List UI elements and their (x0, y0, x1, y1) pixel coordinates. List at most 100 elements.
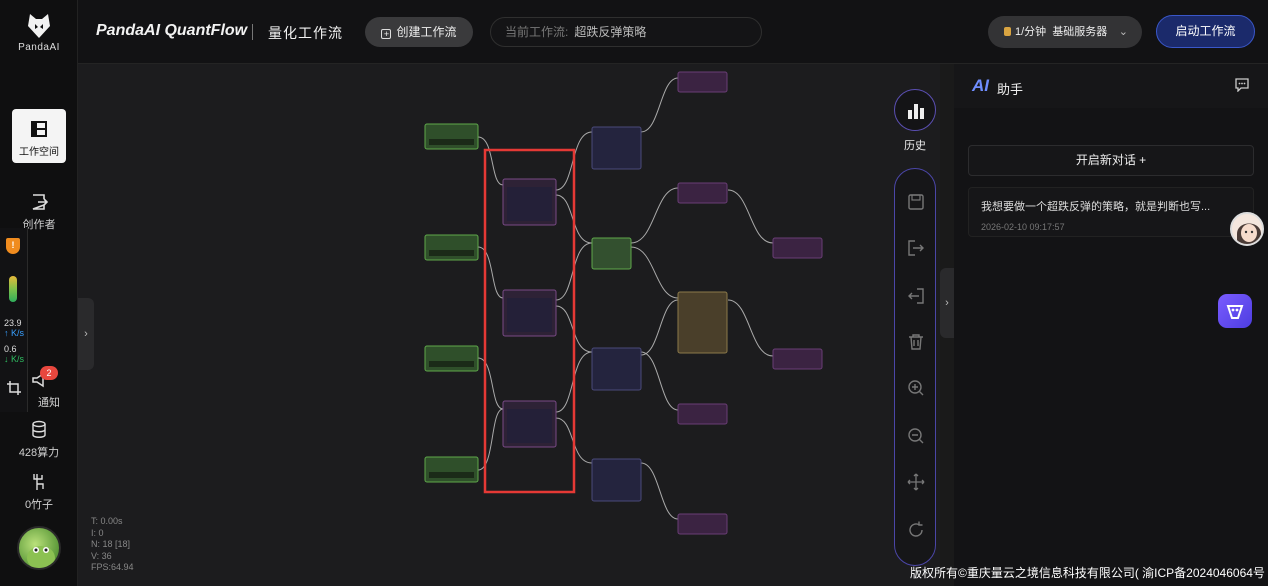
chevron-down-icon: ⌄ (1118, 26, 1128, 38)
brand-title: PandaAI QuantFlow (96, 22, 248, 39)
nav-creator[interactable]: 创作者 (0, 192, 78, 232)
notification-badge: 2 (40, 366, 58, 380)
fit-view-icon[interactable] (905, 471, 927, 493)
brand-divider (252, 24, 253, 40)
bot-icon (1226, 305, 1244, 319)
flow-node[interactable] (424, 123, 479, 150)
download-value: 0.6 (4, 344, 17, 354)
start-workflow-button[interactable]: 启动工作流 (1156, 15, 1255, 48)
current-workflow-field[interactable]: 当前工作流: 超跌反弹策略 (490, 17, 762, 47)
assistant-title: 助手 (997, 82, 1024, 97)
nav-bamboo-label: 0竹子 (24, 499, 54, 511)
bamboo-icon (33, 474, 44, 490)
server-select[interactable]: 1/分钟 基础服务器 ⌄ (988, 16, 1142, 48)
flow-node[interactable] (502, 289, 557, 337)
new-chat-button[interactable]: 开启新对话 + (968, 145, 1254, 176)
flow-node[interactable] (424, 345, 479, 372)
shield-icon: ! (6, 238, 20, 254)
workflow-graph[interactable] (78, 64, 940, 586)
delete-icon[interactable] (905, 331, 927, 353)
assistant-header: AI 助手 (954, 64, 1268, 108)
debug-line: V: 36 (91, 550, 112, 561)
workspace-icon (31, 121, 47, 137)
upload-speed: 23.9 ↑ K/s (4, 318, 24, 338)
zoom-in-icon[interactable] (905, 377, 927, 399)
flow-node[interactable] (677, 71, 728, 93)
creator-icon (32, 194, 49, 210)
flow-node[interactable] (772, 237, 823, 259)
flow-node[interactable] (591, 126, 642, 170)
brand-subtitle: 量化工作流 (268, 25, 343, 41)
debug-line: I: 0 (91, 527, 104, 538)
debug-line: N: 18 [18] (91, 539, 131, 549)
workflow-canvas[interactable] (78, 64, 940, 586)
current-workflow-value: 超跌反弹策略 (574, 25, 647, 39)
logo[interactable]: PandaAI (0, 10, 78, 53)
upload-value: 23.9 (4, 318, 22, 328)
app-root: PandaAI 工作空间 创作者 ! 23.9 ↑ K/s 0.6 ↓ K/s … (0, 0, 1268, 586)
download-unit: ↓ K/s (4, 354, 25, 364)
merge-node[interactable] (591, 237, 632, 270)
upload-unit: ↑ K/s (4, 328, 25, 338)
bar-chart-icon (908, 104, 924, 119)
flow-node[interactable] (424, 456, 479, 483)
nav-notification-label: 通知 (38, 397, 60, 409)
canvas-toolbar (894, 168, 936, 566)
flow-node[interactable] (677, 403, 728, 425)
server-price: 1/分钟 (1015, 26, 1047, 38)
flow-node[interactable] (677, 513, 728, 535)
nav-workspace[interactable]: 工作空间 (12, 109, 66, 163)
nav-compute-label: 428算力 (18, 447, 60, 459)
flow-node[interactable] (424, 234, 479, 261)
copyright-text: 版权所有©重庆量云之境信息科技有限公司( 渝ICP备2024046064号 ) (910, 566, 1268, 580)
refresh-icon[interactable] (905, 519, 927, 541)
download-speed: 0.6 ↓ K/s (4, 344, 24, 364)
chat-history-date: 2026-02-10 09:17:57 (981, 222, 1065, 232)
stock-data-nodes[interactable] (502, 178, 557, 448)
debug-line: T: 0.00s (91, 516, 123, 526)
chat-bubble-icon[interactable] (1234, 78, 1250, 92)
nav-bamboo[interactable]: 0竹子 (0, 472, 78, 512)
chat-history-text: 我想要做一个超跌反弹的策略，就是判断也写... (981, 201, 1211, 213)
source-nodes[interactable] (424, 123, 479, 483)
factor-nodes[interactable] (591, 126, 642, 502)
flow-node[interactable] (772, 348, 823, 370)
nav-workspace-label: 工作空间 (19, 147, 59, 158)
plus-box-icon: + (381, 29, 392, 39)
flow-node[interactable] (591, 458, 642, 502)
user-avatar[interactable] (17, 526, 61, 570)
server-name: 基础服务器 (1052, 26, 1108, 38)
compute-icon (32, 420, 46, 438)
gauge-bar (9, 276, 17, 302)
nav-notification[interactable]: 通知 (0, 370, 78, 410)
support-avatar[interactable] (1230, 212, 1264, 246)
save-icon[interactable] (905, 191, 927, 213)
avatar-icon (27, 546, 55, 568)
ai-mark: AI (972, 76, 989, 95)
chat-history-item[interactable]: 我想要做一个超跌反弹的策略，就是判断也写... 2026-02-10 09:17… (968, 187, 1254, 237)
coin-icon (1004, 27, 1011, 36)
debug-line: FPS:64.94 (91, 562, 134, 572)
collapse-right-button[interactable]: › (940, 268, 954, 338)
flow-node[interactable] (502, 400, 557, 448)
top-bar: PandaAI QuantFlow 量化工作流 + 创建工作流 当前工作流: 超跌反… (78, 0, 1268, 64)
zoom-out-icon[interactable] (905, 425, 927, 447)
import-icon[interactable] (905, 285, 927, 307)
flow-node[interactable] (677, 182, 728, 204)
panda-logo-icon (28, 14, 50, 38)
history-button[interactable] (894, 89, 936, 131)
canvas-debug-info: T: 0.00s I: 0 N: 18 [18] V: 36 FPS:64.94 (91, 516, 134, 574)
left-sidebar: PandaAI 工作空间 创作者 ! 23.9 ↑ K/s 0.6 ↓ K/s … (0, 0, 78, 586)
flow-node[interactable] (502, 178, 557, 226)
expand-left-button[interactable]: › (78, 298, 94, 370)
logo-text: PandaAI (18, 42, 60, 53)
export-icon[interactable] (905, 237, 927, 259)
backtest-node[interactable] (677, 291, 728, 354)
create-workflow-label: 创建工作流 (396, 25, 457, 39)
create-workflow-button[interactable]: + 创建工作流 (365, 17, 473, 47)
history-label: 历史 (904, 140, 926, 152)
flow-node[interactable] (591, 347, 642, 391)
ai-bot-button[interactable] (1218, 294, 1252, 328)
nav-compute[interactable]: 428算力 (0, 420, 78, 460)
current-workflow-label: 当前工作流: (505, 25, 569, 39)
